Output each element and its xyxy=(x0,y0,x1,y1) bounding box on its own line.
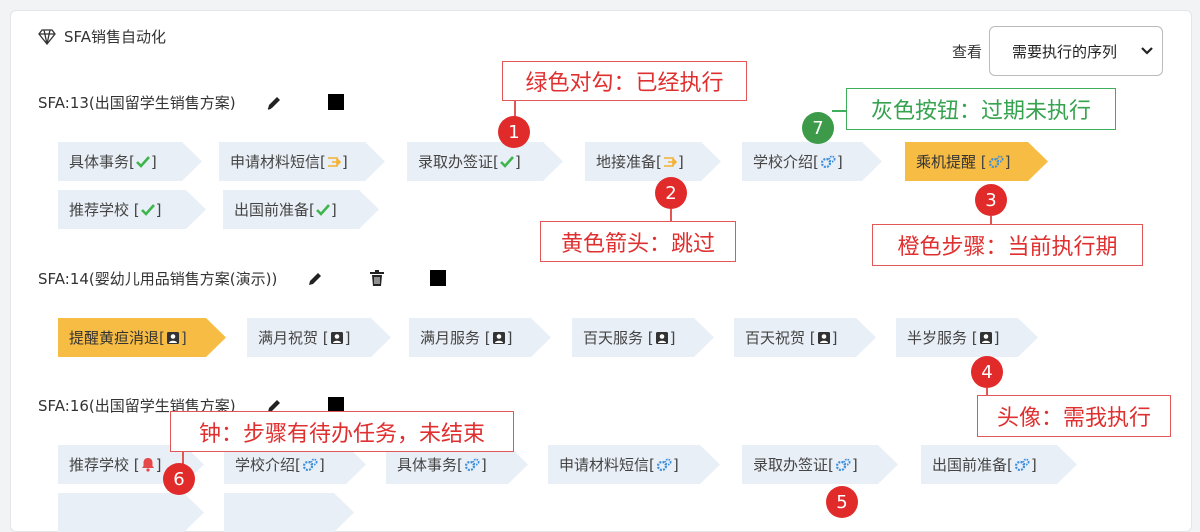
stop-icon[interactable] xyxy=(430,270,446,286)
user-icon xyxy=(979,331,993,345)
view-label: 查看 xyxy=(952,43,983,61)
sequence-step[interactable]: 百天祝贺 [] xyxy=(734,318,876,357)
annotation-badge: 2 xyxy=(655,177,687,209)
step-label: 推荐学校 xyxy=(69,456,130,474)
step-label: 申请材料短信 xyxy=(559,456,650,474)
sequence-step[interactable]: 出国前准备[] xyxy=(223,190,379,229)
step-label: 满月服务 xyxy=(420,329,481,347)
edit-icon[interactable] xyxy=(306,270,324,288)
annotation-callout: 灰色按钮：过期未执行 xyxy=(846,88,1116,130)
sequence-step[interactable]: 出国前准备[] xyxy=(921,445,1077,484)
sequence-step[interactable]: 半岁服务 [] xyxy=(896,318,1038,357)
annotation-badge: 1 xyxy=(498,116,530,148)
sequence-step[interactable] xyxy=(224,493,354,532)
view-select[interactable]: 需要执行的序列 xyxy=(989,26,1163,76)
step-label: 百天服务 xyxy=(583,329,644,347)
sequence-step[interactable]: 申请材料短信[] xyxy=(548,445,720,484)
step-label: 提醒黄疸消退 xyxy=(69,329,160,347)
gear-icon xyxy=(656,458,672,472)
sequence-step[interactable]: 地接准备[] xyxy=(585,142,721,181)
step-label: 录取办签证 xyxy=(753,456,829,474)
user-icon xyxy=(492,331,506,345)
callout-connector xyxy=(182,452,184,464)
annotation-callout: 橙色步骤：当前执行期 xyxy=(872,224,1143,266)
bell-icon xyxy=(141,457,155,472)
step-label: 申请材料短信 xyxy=(230,153,321,171)
annotation-callout: 黄色箭头：跳过 xyxy=(540,221,736,262)
gear-icon xyxy=(302,458,318,472)
diamond-icon xyxy=(38,28,56,45)
edit-icon[interactable] xyxy=(265,94,283,112)
check-icon xyxy=(136,156,150,168)
user-icon xyxy=(166,331,180,345)
chevron-down-icon xyxy=(1140,43,1154,63)
gear-icon xyxy=(988,155,1004,169)
sequence-step[interactable]: 具体事务[] xyxy=(58,142,202,181)
sequence-step[interactable]: 推荐学校 [] xyxy=(58,190,206,229)
gear-icon xyxy=(1014,458,1030,472)
step-label: 学校介绍 xyxy=(235,456,296,474)
annotation-badge: 3 xyxy=(975,184,1007,216)
sequence-step[interactable] xyxy=(58,493,204,532)
step-label: 推荐学校 xyxy=(69,201,130,219)
skip-arrow-icon xyxy=(327,156,341,168)
stop-icon[interactable] xyxy=(328,94,344,110)
step-label: 乘机提醒 xyxy=(916,153,977,171)
sequence-step[interactable]: 申请材料短信[] xyxy=(219,142,385,181)
annotation-callout: 绿色对勾：已经执行 xyxy=(502,61,747,101)
step-label: 学校介绍 xyxy=(753,153,814,171)
panel-title-text: SFA销售自动化 xyxy=(64,28,167,46)
sequence-title: SFA:13(出国留学生销售方案) xyxy=(38,94,236,112)
step-label: 地接准备 xyxy=(596,153,657,171)
check-icon xyxy=(141,204,155,216)
callout-connector xyxy=(832,110,847,112)
panel-title: SFA销售自动化 xyxy=(38,26,166,47)
step-label: 出国前准备 xyxy=(932,456,1008,474)
trash-icon[interactable] xyxy=(369,269,385,287)
check-icon xyxy=(316,204,330,216)
annotation-badge: 6 xyxy=(163,463,195,495)
sequence-step[interactable]: 百天服务 [] xyxy=(572,318,714,357)
check-icon xyxy=(500,156,514,168)
sequence-step[interactable]: 学校介绍[] xyxy=(742,142,882,181)
annotation-callout: 头像：需我执行 xyxy=(977,395,1171,437)
step-label: 出国前准备 xyxy=(234,201,310,219)
step-label: 百天祝贺 xyxy=(745,329,806,347)
user-icon xyxy=(330,331,344,345)
sequence-step[interactable]: 满月服务 [] xyxy=(409,318,551,357)
gear-icon xyxy=(464,458,480,472)
annotation-callout: 钟：步骤有待办任务，未结束 xyxy=(170,411,514,452)
annotation-badge: 7 xyxy=(802,112,834,144)
skip-arrow-icon xyxy=(663,156,677,168)
step-label: 具体事务 xyxy=(397,456,458,474)
sequence-step[interactable]: 录取办签证[] xyxy=(742,445,898,484)
step-label: 半岁服务 xyxy=(907,329,968,347)
step-label: 满月祝贺 xyxy=(258,329,319,347)
annotation-badge: 5 xyxy=(826,486,858,518)
sequence-step[interactable]: 录取办签证[] xyxy=(407,142,563,181)
sequence-title: SFA:14(婴幼儿用品销售方案(演示)) xyxy=(38,270,278,288)
sequence-step[interactable]: 满月祝贺 [] xyxy=(247,318,391,357)
step-label: 具体事务 xyxy=(69,153,130,171)
gear-icon xyxy=(820,155,836,169)
sequence-step-active[interactable]: 提醒黄疸消退[] xyxy=(58,318,226,357)
callout-connector xyxy=(514,101,516,117)
user-icon xyxy=(655,331,669,345)
gear-icon xyxy=(835,458,851,472)
view-select-value: 需要执行的序列 xyxy=(1012,42,1118,61)
sequence-step-active[interactable]: 乘机提醒 [] xyxy=(905,142,1048,181)
user-icon xyxy=(817,331,831,345)
step-label: 录取办签证 xyxy=(418,153,494,171)
annotation-badge: 4 xyxy=(971,356,1003,388)
